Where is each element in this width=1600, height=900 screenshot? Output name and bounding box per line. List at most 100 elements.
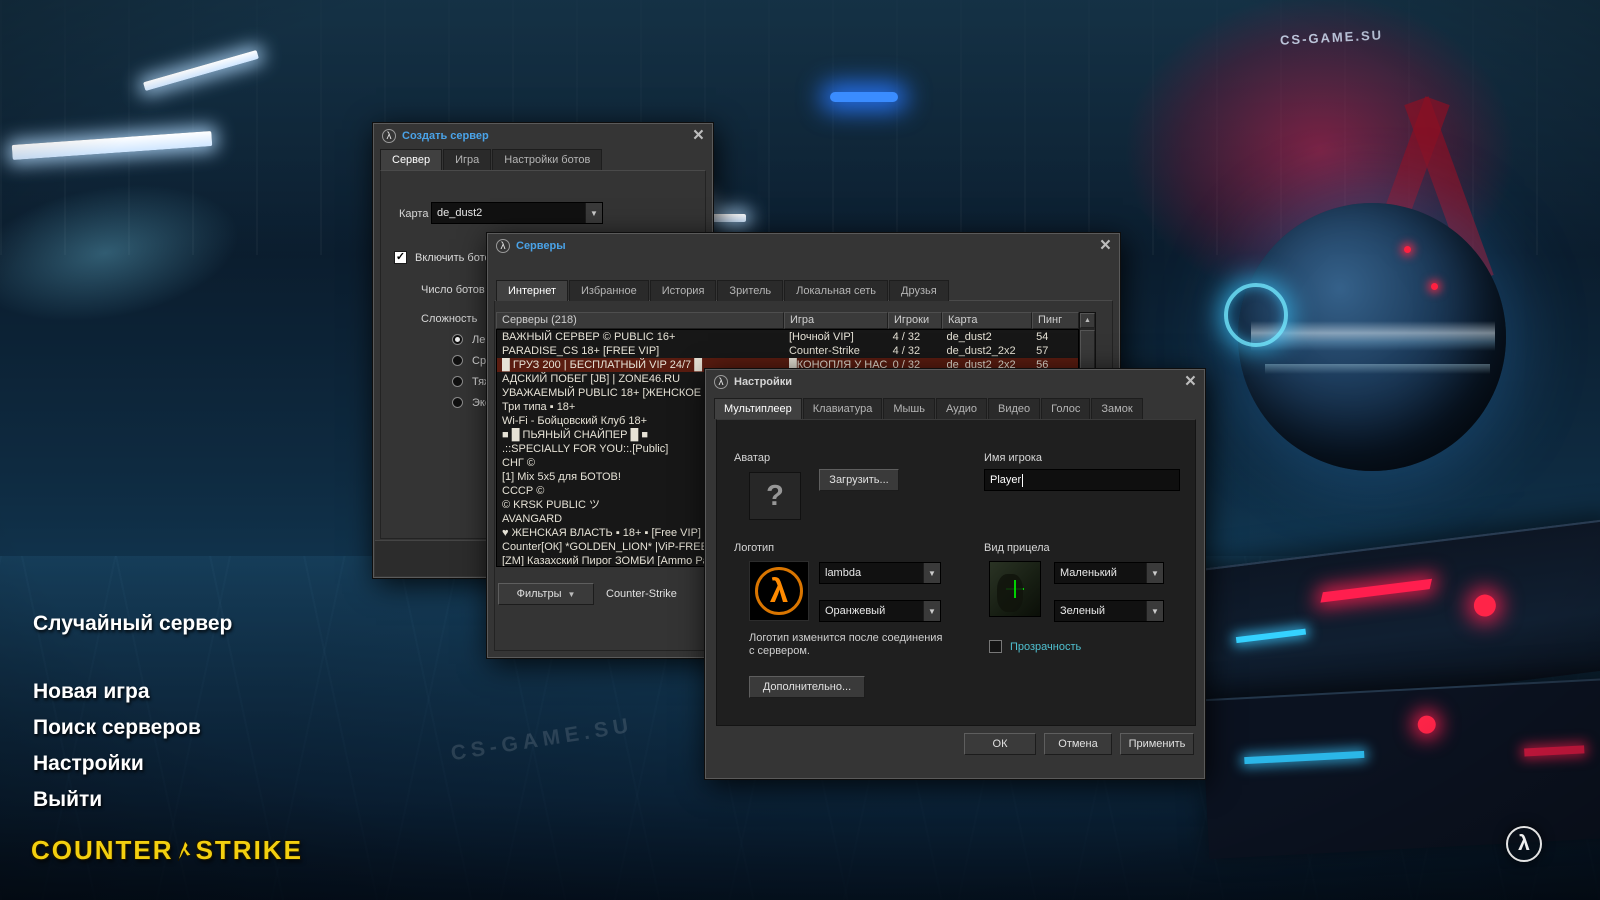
column-header-map[interactable]: Карта bbox=[942, 312, 1032, 329]
tab-history[interactable]: История bbox=[650, 280, 717, 301]
avatar-label: Аватар bbox=[734, 452, 770, 464]
server-game: [Ночной VIP] bbox=[784, 330, 888, 344]
ok-button[interactable]: ОК bbox=[964, 733, 1036, 755]
settings-tabs: Мультиплеер Клавиатура Мышь Аудио Видео … bbox=[714, 398, 1143, 419]
close-icon[interactable] bbox=[693, 129, 704, 144]
tab-favorites[interactable]: Избранное bbox=[569, 280, 649, 301]
create-server-titlebar[interactable]: Создать сервер bbox=[374, 124, 712, 148]
logo-strike-text: STRIKE bbox=[196, 835, 303, 866]
difficulty-radio-easy[interactable] bbox=[452, 334, 463, 345]
tab-voice[interactable]: Голос bbox=[1041, 398, 1090, 419]
crosshair-size-dropdown[interactable]: Маленький bbox=[1054, 562, 1164, 584]
menu-item-quit[interactable]: Выйти bbox=[33, 788, 232, 812]
tab-server[interactable]: Сервер bbox=[380, 149, 442, 170]
bot-count-label: Число ботов bbox=[421, 284, 485, 296]
spray-logo-preview: λ bbox=[749, 561, 809, 621]
upload-avatar-button[interactable]: Загрузить... bbox=[819, 469, 899, 491]
difficulty-label: Сложность bbox=[421, 313, 477, 325]
crosshair-size-value: Маленький bbox=[1055, 563, 1146, 583]
player-name-label: Имя игрока bbox=[984, 452, 1042, 464]
transparency-checkbox[interactable] bbox=[989, 640, 1002, 653]
settings-titlebar[interactable]: Настройки bbox=[706, 370, 1204, 394]
server-map: de_dust2 bbox=[941, 330, 1031, 344]
cs-logo-figure-icon bbox=[177, 839, 193, 863]
close-icon[interactable] bbox=[1100, 239, 1111, 254]
scroll-up-icon[interactable]: ▲ bbox=[1080, 313, 1095, 328]
tab-bot-settings[interactable]: Настройки ботов bbox=[492, 149, 602, 170]
server-ping: 57 bbox=[1031, 344, 1078, 358]
settings-window: Настройки Мультиплеер Клавиатура Мышь Ау… bbox=[705, 369, 1205, 779]
chevron-down-icon[interactable] bbox=[1146, 563, 1163, 583]
tab-lan[interactable]: Локальная сеть bbox=[784, 280, 888, 301]
logo-color-value: Оранжевый bbox=[820, 601, 923, 621]
menu-item-options[interactable]: Настройки bbox=[33, 752, 232, 776]
chevron-down-icon[interactable] bbox=[923, 601, 940, 621]
difficulty-radio-hard[interactable] bbox=[452, 376, 463, 387]
map-label: Карта bbox=[399, 208, 428, 220]
logo-select-dropdown[interactable]: lambda bbox=[819, 562, 941, 584]
crosshair-color-value: Зеленый bbox=[1055, 601, 1146, 621]
cancel-button-label: Отмена bbox=[1058, 738, 1097, 750]
window-title: Создать сервер bbox=[402, 130, 489, 142]
chevron-down-icon[interactable] bbox=[923, 563, 940, 583]
tab-lock[interactable]: Замок bbox=[1091, 398, 1142, 419]
difficulty-radio-normal[interactable] bbox=[452, 355, 463, 366]
chevron-down-icon[interactable] bbox=[585, 203, 602, 223]
difficulty-radio-expert[interactable] bbox=[452, 397, 463, 408]
cancel-button[interactable]: Отмена bbox=[1044, 733, 1112, 755]
advanced-button-label: Дополнительно... bbox=[763, 681, 851, 693]
lambda-icon bbox=[1506, 826, 1542, 862]
server-row[interactable]: ВАЖНЫЙ СЕРВЕР © PUBLIC 16+ [Ночной VIP] … bbox=[497, 330, 1078, 344]
server-row[interactable]: PARADISE_CS 18+ [FREE VIP] Counter-Strik… bbox=[497, 344, 1078, 358]
avatar-placeholder-glyph: ? bbox=[766, 480, 784, 513]
column-header-players[interactable]: Игроки bbox=[888, 312, 942, 329]
tab-game[interactable]: Игра bbox=[443, 149, 491, 170]
lambda-icon bbox=[382, 129, 396, 143]
logo-note-text: Логотип изменится после соединения с сер… bbox=[749, 632, 947, 658]
transparency-label: Прозрачность bbox=[1010, 641, 1081, 653]
server-list-header: Серверы (218) Игра Игроки Карта Пинг bbox=[496, 312, 1079, 329]
enable-bots-checkbox[interactable] bbox=[394, 251, 407, 264]
tab-multiplayer[interactable]: Мультиплеер bbox=[714, 398, 802, 419]
tab-video[interactable]: Видео bbox=[988, 398, 1040, 419]
soldier-silhouette bbox=[997, 574, 1023, 612]
transparency-row: Прозрачность bbox=[989, 640, 1081, 653]
player-name-input[interactable]: Player bbox=[984, 469, 1180, 491]
servers-tabs: Интернет Избранное История Зритель Локал… bbox=[496, 280, 949, 301]
create-server-tabs: Сервер Игра Настройки ботов bbox=[380, 149, 602, 170]
menu-item-new-game[interactable]: Новая игра bbox=[33, 680, 232, 704]
server-game: Counter-Strike bbox=[784, 344, 888, 358]
crosshair-color-dropdown[interactable]: Зеленый bbox=[1054, 600, 1164, 622]
avatar: ? bbox=[749, 472, 801, 520]
map-dropdown[interactable]: de_dust2 bbox=[431, 202, 603, 224]
player-name-value: Player bbox=[990, 474, 1021, 486]
logo-color-dropdown[interactable]: Оранжевый bbox=[819, 600, 941, 622]
menu-item-find-servers[interactable]: Поиск серверов bbox=[33, 716, 232, 740]
column-header-ping[interactable]: Пинг bbox=[1032, 312, 1079, 329]
tab-keyboard[interactable]: Клавиатура bbox=[803, 398, 883, 419]
menu-item-random-server[interactable]: Случайный сервер bbox=[33, 612, 232, 636]
column-header-servers[interactable]: Серверы (218) bbox=[496, 312, 784, 329]
close-icon[interactable] bbox=[1185, 375, 1196, 390]
chevron-down-icon[interactable] bbox=[1146, 601, 1163, 621]
tab-audio[interactable]: Аудио bbox=[936, 398, 987, 419]
upload-button-label: Загрузить... bbox=[829, 474, 888, 486]
game-filter-value: Counter-Strike bbox=[606, 588, 677, 600]
ok-button-label: ОК bbox=[993, 738, 1008, 750]
filters-button-label: Фильтры bbox=[517, 588, 562, 600]
server-ping: 54 bbox=[1031, 330, 1078, 344]
apply-button[interactable]: Применить bbox=[1120, 733, 1194, 755]
scrollbar-thumb[interactable] bbox=[1080, 330, 1095, 372]
tab-internet[interactable]: Интернет bbox=[496, 280, 568, 301]
game-screen: CS-GAME.SU CS-GAME.SU Случайный сервер Н… bbox=[0, 0, 1600, 900]
column-header-game[interactable]: Игра bbox=[784, 312, 888, 329]
window-title: Серверы bbox=[516, 240, 566, 252]
servers-titlebar[interactable]: Серверы bbox=[488, 234, 1119, 258]
apply-button-label: Применить bbox=[1129, 738, 1186, 750]
tab-spectate[interactable]: Зритель bbox=[717, 280, 783, 301]
server-map: de_dust2_2x2 bbox=[941, 344, 1031, 358]
filters-button[interactable]: Фильтры ▼ bbox=[498, 583, 594, 605]
tab-friends[interactable]: Друзья bbox=[889, 280, 949, 301]
advanced-button[interactable]: Дополнительно... bbox=[749, 676, 865, 698]
tab-mouse[interactable]: Мышь bbox=[883, 398, 935, 419]
